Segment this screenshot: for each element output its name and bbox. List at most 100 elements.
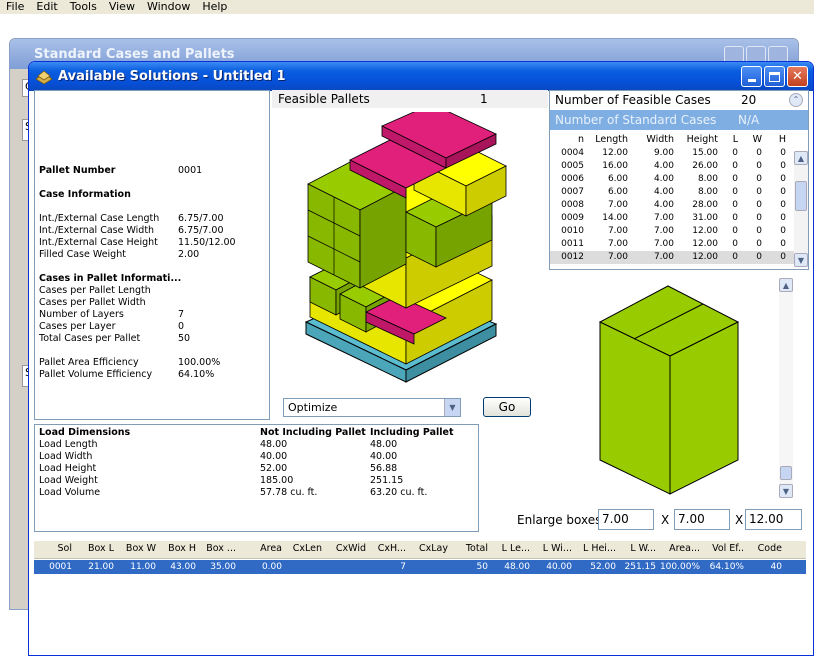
enlarge-length-input[interactable]: 7.00 xyxy=(598,509,654,530)
grid-cell: 0004 xyxy=(561,148,584,158)
enlarge-width-input[interactable]: 7.00 xyxy=(674,509,730,530)
solutions-column-header[interactable]: CxH... xyxy=(366,541,406,557)
menu-tools[interactable]: Tools xyxy=(64,0,103,14)
grid-cell: 0 xyxy=(780,226,786,236)
back-window-title: Standard Cases and Pallets xyxy=(34,46,235,62)
scroll-up-icon[interactable]: ▲ xyxy=(779,278,793,292)
solutions-column-header[interactable]: CxLay xyxy=(406,541,448,557)
grid-cell: 16.00 xyxy=(602,161,628,171)
cases-grid-row[interactable]: 0008 7.00 4.00 28.00 0 0 0 xyxy=(550,199,794,212)
cases-grid-row[interactable]: 0004 12.00 9.00 15.00 0 0 0 xyxy=(550,147,794,160)
scroll-thumb[interactable] xyxy=(795,181,807,211)
info-label: Cases per Pallet Length xyxy=(39,285,151,296)
cases-grid-row[interactable]: 0010 7.00 7.00 12.00 0 0 0 xyxy=(550,225,794,238)
grid-cell: 4.00 xyxy=(653,200,674,210)
scroll-up-icon[interactable]: ▲ xyxy=(794,151,808,165)
solutions-column-header[interactable]: Box W xyxy=(114,541,156,557)
solutions-column-header[interactable]: Area... xyxy=(656,541,700,557)
app-icon xyxy=(35,69,53,84)
solutions-column-header[interactable]: Box H xyxy=(156,541,196,557)
column-header[interactable]: W xyxy=(738,133,762,146)
load-dimensions-panel: Load Dimensions Not Including Pallet Inc… xyxy=(34,424,479,532)
column-header[interactable]: Width xyxy=(628,133,674,146)
load-value: 52.00 xyxy=(260,463,288,474)
column-header[interactable]: Length xyxy=(584,133,628,146)
info-value: 64.10% xyxy=(178,369,215,380)
solutions-column-header[interactable]: CxLen xyxy=(282,541,322,557)
solutions-cell: 43.00 xyxy=(170,562,196,572)
info-label: Filled Case Weight xyxy=(39,249,126,260)
column-header[interactable]: H xyxy=(762,133,786,146)
menu-file[interactable]: File xyxy=(0,0,30,14)
grid-cell: 0 xyxy=(732,239,738,249)
scroll-down-icon[interactable]: ▼ xyxy=(794,253,808,267)
preview-scrollbar[interactable]: ▲ ▼ xyxy=(779,278,793,498)
window-titlebar[interactable]: Available Solutions - Untitled 1 xyxy=(29,62,813,91)
solutions-column-header[interactable]: Code xyxy=(744,541,782,557)
chevron-down-icon[interactable]: ▼ xyxy=(444,399,460,416)
grid-cell: 0010 xyxy=(561,226,584,236)
column-header[interactable]: Height xyxy=(674,133,718,146)
solutions-column-header[interactable]: Sol xyxy=(34,541,72,557)
solutions-column-header[interactable]: L Hei... xyxy=(572,541,616,557)
grid-cell: 28.00 xyxy=(692,200,718,210)
feasible-cases-count: 20 xyxy=(741,93,757,107)
info-label: Pallet Area Efficiency xyxy=(39,357,139,368)
grid-cell: 0 xyxy=(756,174,762,184)
enlarge-height-input[interactable]: 12.00 xyxy=(745,509,802,530)
grid-cell: 0006 xyxy=(561,174,584,184)
solutions-column-header[interactable]: Vol Ef.. xyxy=(700,541,744,557)
column-header[interactable]: n xyxy=(550,133,584,146)
enlarge-boxes-label: Enlarge boxes xyxy=(517,513,602,527)
column-header[interactable]: L xyxy=(718,133,738,146)
grid-cell: 0 xyxy=(756,187,762,197)
enlarge-separator: X xyxy=(661,513,670,527)
pallet-3d-view[interactable] xyxy=(296,112,512,388)
close-button[interactable]: ✕ xyxy=(787,66,808,87)
info-value: 7 xyxy=(178,309,185,320)
cases-grid-row[interactable]: 0012 7.00 7.00 12.00 0 0 0 xyxy=(550,251,794,264)
solutions-row-selected[interactable]: 0001 21.00 11.00 43.00 35.00 0.00 7 50 48.00 40.0… xyxy=(34,560,806,574)
info-value: 2.00 xyxy=(178,249,200,260)
grid-cell: 0 xyxy=(780,174,786,184)
scroll-thumb[interactable] xyxy=(780,466,792,480)
collapse-icon[interactable]: ⌃ xyxy=(789,93,803,107)
load-value: 40.00 xyxy=(370,451,398,462)
cases-grid-row[interactable]: 0006 6.00 4.00 8.00 0 0 0 xyxy=(550,173,794,186)
solutions-column-header[interactable]: L Wi... xyxy=(530,541,572,557)
solutions-column-header[interactable]: Box L xyxy=(72,541,114,557)
scroll-down-icon[interactable]: ▼ xyxy=(779,484,793,498)
menu-view[interactable]: View xyxy=(103,0,141,14)
cases-in-pallet-header: Cases in Pallet Informati... xyxy=(39,273,182,284)
standard-cases-value: N/A xyxy=(738,113,760,127)
grid-cell: 0 xyxy=(732,213,738,223)
maximize-button[interactable] xyxy=(764,66,785,87)
cases-grid-row[interactable]: 0005 16.00 4.00 26.00 0 0 0 xyxy=(550,160,794,173)
info-label: Total Cases per Pallet xyxy=(39,333,141,344)
cases-grid-row[interactable]: 0009 14.00 7.00 31.00 0 0 0 xyxy=(550,212,794,225)
menu-edit[interactable]: Edit xyxy=(30,0,63,14)
grid-cell: 0 xyxy=(732,200,738,210)
optimize-select[interactable]: Optimize ▼ xyxy=(283,398,461,417)
solutions-column-header[interactable]: Total xyxy=(448,541,488,557)
grid-cell: 12.00 xyxy=(602,148,628,158)
solutions-column-header[interactable]: CxWid xyxy=(322,541,366,557)
solutions-column-header[interactable]: L W... xyxy=(616,541,656,557)
load-value: 251.15 xyxy=(370,475,404,486)
feasible-cases-row: Number of Feasible Cases 20 ⌃ xyxy=(550,91,808,110)
load-label: Load Width xyxy=(39,451,93,462)
solutions-column-header[interactable]: Area xyxy=(236,541,282,557)
go-button[interactable]: Go xyxy=(483,397,531,417)
grid-cell: 0 xyxy=(780,148,786,158)
cases-grid-row[interactable]: 0011 7.00 7.00 12.00 0 0 0 xyxy=(550,238,794,251)
solutions-column-header[interactable]: Box ... xyxy=(196,541,236,557)
solutions-column-header[interactable]: L Le... xyxy=(488,541,530,557)
grid-cell: 7.00 xyxy=(607,239,628,249)
info-label: Int./External Case Height xyxy=(39,237,158,248)
menu-window[interactable]: Window xyxy=(141,0,196,14)
cases-grid-row[interactable]: 0007 6.00 4.00 8.00 0 0 0 xyxy=(550,186,794,199)
cases-scrollbar[interactable]: ▲ ▼ xyxy=(794,151,808,267)
pallet-number-label: Pallet Number xyxy=(39,165,116,176)
menu-help[interactable]: Help xyxy=(196,0,233,14)
minimize-button[interactable] xyxy=(741,66,762,87)
